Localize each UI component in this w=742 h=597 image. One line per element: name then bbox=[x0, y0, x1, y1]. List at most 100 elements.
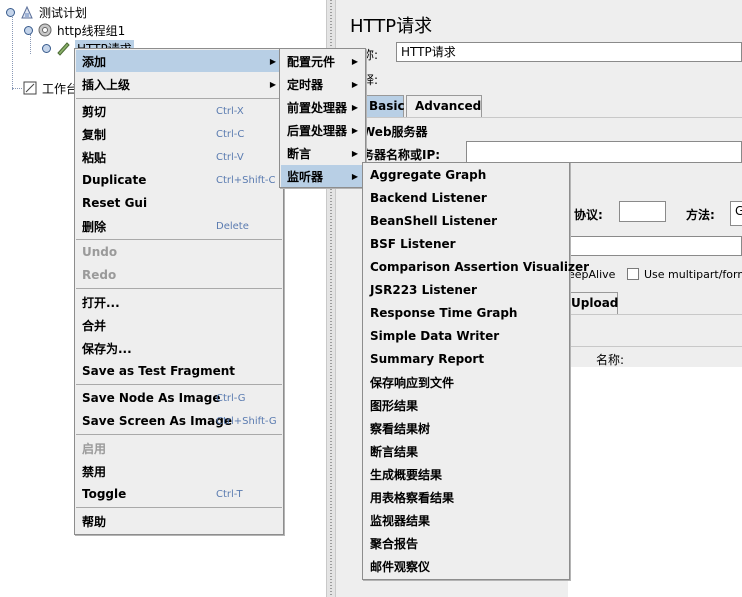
listener-item[interactable]: 用表格察看结果 bbox=[364, 486, 568, 508]
parameters-table[interactable] bbox=[568, 367, 742, 597]
listener-item[interactable]: BSF Listener bbox=[364, 233, 568, 255]
menu-item-paste[interactable]: 粘贴 Ctrl-V bbox=[76, 146, 282, 168]
menu-item-label: 前置处理器 bbox=[287, 100, 348, 115]
menu-item-label: 聚合报告 bbox=[370, 536, 419, 551]
submenu-arrow-icon: ▶ bbox=[269, 56, 276, 66]
listener-item[interactable]: 察看结果树 bbox=[364, 417, 568, 439]
menu-item-redo: Redo bbox=[76, 264, 282, 286]
divider bbox=[336, 117, 742, 118]
menu-item-label: Backend Listener bbox=[370, 191, 487, 205]
menu-item-label: Save Node As Image bbox=[82, 391, 221, 405]
menu-item-label: Toggle bbox=[82, 487, 127, 501]
listener-item[interactable]: Response Time Graph bbox=[364, 302, 568, 324]
listener-item[interactable]: Comparison Assertion Visualizer bbox=[364, 256, 589, 278]
listener-item[interactable]: 保存响应到文件 bbox=[364, 371, 568, 393]
menu-accelerator: Ctrl-V bbox=[216, 151, 244, 163]
method-select[interactable]: G bbox=[730, 201, 742, 226]
menu-item-label: 帮助 bbox=[82, 514, 107, 529]
menu-item-toggle[interactable]: Toggle Ctrl-T bbox=[76, 483, 282, 505]
tab-upload[interactable]: Upload bbox=[562, 292, 618, 314]
menu-item-label: Save as Test Fragment bbox=[82, 364, 236, 378]
menu-item-save-node-image[interactable]: Save Node As Image Ctrl-G bbox=[76, 387, 282, 409]
submenu-item-post-processor[interactable]: 后置处理器 ▶ bbox=[281, 119, 364, 141]
listener-item[interactable]: 监视器结果 bbox=[364, 509, 568, 531]
tree-item-test-plan[interactable]: 测试计划 bbox=[6, 3, 87, 21]
listener-item[interactable]: Summary Report bbox=[364, 348, 568, 370]
listener-item[interactable]: BeanShell Listener bbox=[364, 210, 568, 232]
page-title: HTTP请求 bbox=[350, 16, 433, 37]
listener-item[interactable]: 邮件观察仪 bbox=[364, 555, 568, 577]
submenu-arrow-icon: ▶ bbox=[351, 125, 358, 135]
menu-item-reset-gui[interactable]: Reset Gui bbox=[76, 192, 282, 214]
submenu-item-config-element[interactable]: 配置元件 ▶ bbox=[281, 50, 364, 72]
menu-item-label: 禁用 bbox=[82, 464, 107, 479]
listener-item[interactable]: Backend Listener bbox=[364, 187, 568, 209]
path-field[interactable] bbox=[568, 236, 742, 256]
menu-item-undo: Undo bbox=[76, 241, 282, 263]
menu-item-help[interactable]: 帮助 bbox=[76, 510, 282, 532]
expand-handle-icon[interactable] bbox=[24, 25, 33, 35]
listener-item[interactable]: 聚合报告 bbox=[364, 532, 568, 554]
menu-item-label: 复制 bbox=[82, 127, 107, 142]
workbench-icon bbox=[22, 80, 38, 96]
menu-item-merge[interactable]: 合并 bbox=[76, 314, 282, 336]
listener-item[interactable]: 生成概要结果 bbox=[364, 463, 568, 485]
name-column-header: 名称: bbox=[596, 353, 625, 367]
listener-item[interactable]: Simple Data Writer bbox=[364, 325, 568, 347]
divider bbox=[562, 314, 742, 315]
menu-item-add[interactable]: 添加 ▶ bbox=[76, 50, 282, 72]
method-label: 方法: bbox=[686, 208, 715, 222]
menu-item-enable: 启用 bbox=[76, 437, 282, 459]
server-field[interactable] bbox=[466, 141, 742, 163]
menu-item-duplicate[interactable]: Duplicate Ctrl+Shift-C bbox=[76, 169, 282, 191]
submenu-item-pre-processor[interactable]: 前置处理器 ▶ bbox=[281, 96, 364, 118]
listener-item[interactable]: 图形结果 bbox=[364, 394, 568, 416]
menu-item-insert-parent[interactable]: 插入上级 ▶ bbox=[76, 73, 282, 95]
protocol-field[interactable] bbox=[619, 201, 666, 222]
tree-item-label: 测试计划 bbox=[39, 5, 88, 20]
menu-item-label: 合并 bbox=[82, 318, 107, 333]
tree-item-thread-group[interactable]: http线程组1 bbox=[24, 21, 125, 39]
menu-item-cut[interactable]: 剪切 Ctrl-X bbox=[76, 100, 282, 122]
multipart-checkbox[interactable] bbox=[627, 268, 639, 280]
menu-item-label: Undo bbox=[82, 245, 118, 259]
tree-item-workbench[interactable]: 工作台 bbox=[22, 79, 78, 97]
menu-item-copy[interactable]: 复制 Ctrl-C bbox=[76, 123, 282, 145]
menu-item-delete[interactable]: 删除 Delete bbox=[76, 215, 282, 237]
menu-item-label: 保存为... bbox=[82, 341, 132, 356]
listener-item[interactable]: Aggregate Graph bbox=[364, 164, 568, 186]
menu-accelerator: Ctrl+Shift-G bbox=[216, 415, 277, 427]
submenu-arrow-icon: ▶ bbox=[351, 171, 358, 181]
listener-item[interactable]: 断言结果 bbox=[364, 440, 568, 462]
menu-item-label: BeanShell Listener bbox=[370, 214, 498, 228]
menu-separator bbox=[76, 288, 282, 289]
name-field[interactable]: HTTP请求 bbox=[396, 42, 742, 62]
menu-item-label: Redo bbox=[82, 268, 117, 282]
submenu-item-listener[interactable]: 监听器 ▶ bbox=[281, 165, 364, 187]
menu-item-label: 察看结果树 bbox=[370, 421, 431, 436]
menu-item-save-screen-image[interactable]: Save Screen As Image Ctrl+Shift-G bbox=[76, 410, 282, 432]
menu-item-label: 添加 bbox=[82, 54, 107, 69]
context-menu: 添加 ▶ 插入上级 ▶ 剪切 Ctrl-X 复制 Ctrl-C 粘贴 Ctrl-V Dup… bbox=[74, 48, 284, 535]
submenu-item-assertion[interactable]: 断言 ▶ bbox=[281, 142, 364, 164]
listener-item[interactable]: JSR223 Listener bbox=[364, 279, 568, 301]
tree-connector bbox=[12, 88, 22, 89]
menu-item-label: 用表格察看结果 bbox=[370, 490, 455, 505]
menu-item-disable[interactable]: 禁用 bbox=[76, 460, 282, 482]
expand-handle-icon[interactable] bbox=[42, 43, 51, 53]
menu-item-label: 打开... bbox=[82, 295, 120, 310]
menu-item-save-as[interactable]: 保存为... bbox=[76, 337, 282, 359]
menu-item-label: Reset Gui bbox=[82, 196, 148, 210]
menu-item-label: 图形结果 bbox=[370, 398, 419, 413]
menu-item-save-as-fragment[interactable]: Save as Test Fragment bbox=[76, 360, 282, 382]
menu-item-label: JSR223 Listener bbox=[370, 283, 477, 297]
menu-item-open[interactable]: 打开... bbox=[76, 291, 282, 313]
expand-handle-icon[interactable] bbox=[6, 7, 15, 17]
submenu-item-timer[interactable]: 定时器 ▶ bbox=[281, 73, 364, 95]
thread-group-gear-icon bbox=[37, 22, 53, 38]
tab-basic[interactable]: Basic bbox=[360, 95, 405, 117]
tab-advanced[interactable]: Advanced bbox=[406, 95, 482, 117]
test-plan-icon bbox=[19, 4, 35, 20]
submenu-arrow-icon: ▶ bbox=[351, 102, 358, 112]
menu-separator bbox=[76, 384, 282, 385]
